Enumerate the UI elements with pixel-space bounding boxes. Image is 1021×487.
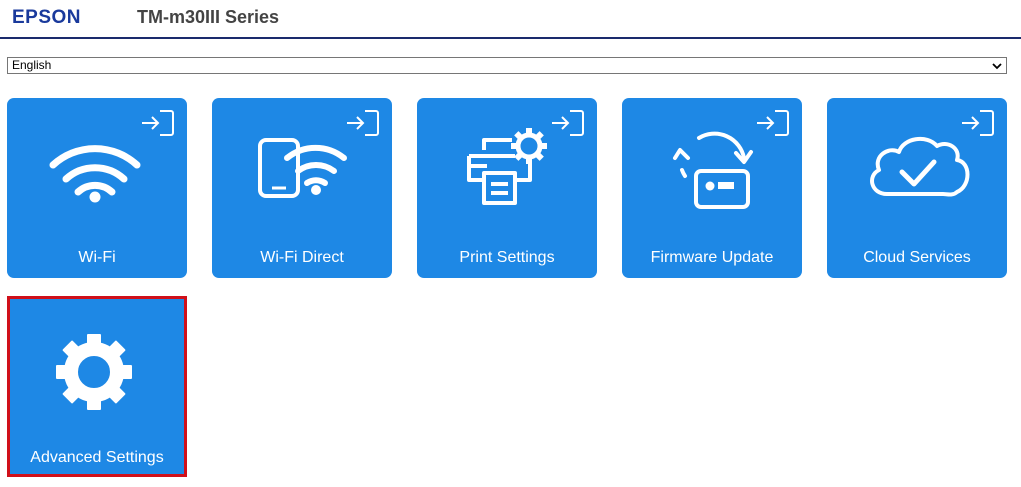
epson-logo: EPSON [12,7,82,28]
wifi-icon [49,145,141,203]
tile-label: Wi-Fi [78,249,116,266]
tile-label: Wi-Fi Direct [260,249,344,266]
gear-icon [56,334,132,410]
tile-label: Cloud Services [863,249,971,266]
language-select[interactable]: English [7,57,1007,74]
tile-label: Firmware Update [650,249,774,266]
firmware-update-icon [673,131,753,209]
cloud-check-icon [870,136,970,197]
tile-label: Advanced Settings [30,449,164,466]
tile-wifi[interactable]: Wi-Fi [7,98,187,278]
model-title: TM-m30III Series [137,7,280,27]
tile-label: Print Settings [459,249,555,266]
tile-advanced-settings[interactable]: Advanced Settings [7,296,187,477]
tile-wifi-direct[interactable]: Wi-Fi Direct [212,98,392,278]
tile-cloud-services[interactable]: Cloud Services [827,98,1007,278]
language-select-value: English [12,58,52,72]
header: EPSON TM-m30III Series [0,0,1021,39]
tile-print-settings[interactable]: Print Settings [417,98,597,278]
tile-firmware-update[interactable]: Firmware Update [622,98,802,278]
print-settings-icon [467,128,547,205]
wifi-direct-icon [258,138,347,198]
chevron-down-icon [992,63,1002,70]
